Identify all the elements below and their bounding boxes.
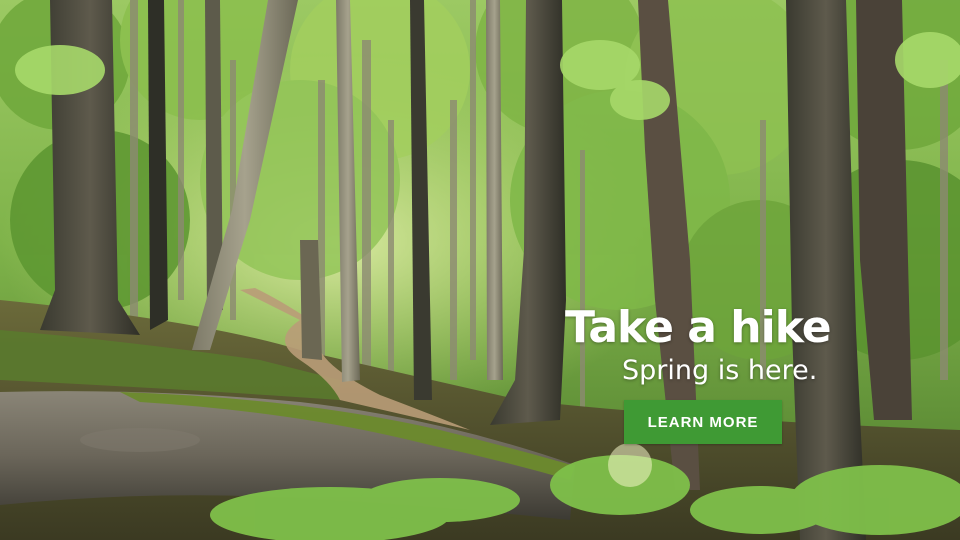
headline: Take a hike xyxy=(565,302,832,353)
subheadline: Spring is here. xyxy=(622,355,818,386)
learn-more-button[interactable]: LEARN MORE xyxy=(624,400,782,444)
hero-banner: Take a hike Spring is here. LEARN MORE xyxy=(0,0,960,540)
forest-trail-photo xyxy=(0,0,960,540)
